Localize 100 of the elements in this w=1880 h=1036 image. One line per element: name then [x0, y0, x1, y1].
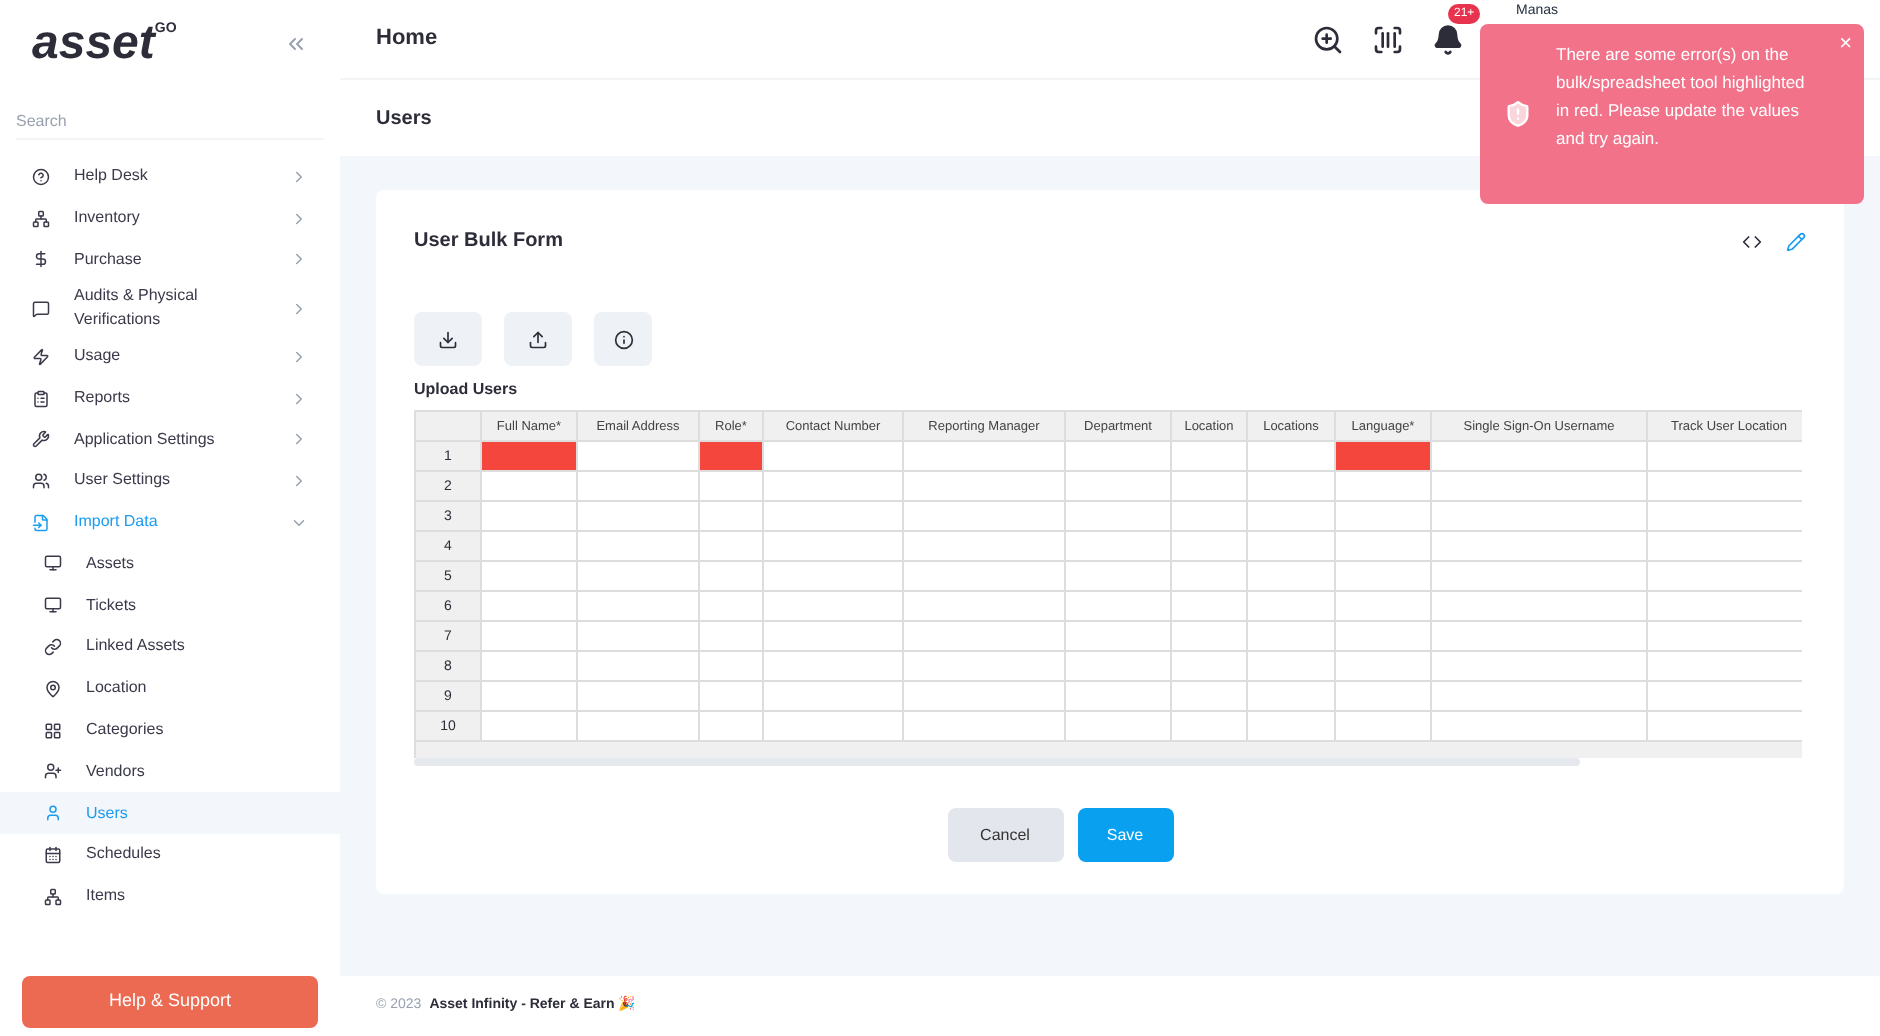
info-button[interactable] — [594, 312, 652, 366]
grid-cell[interactable] — [904, 472, 1066, 502]
grid-cell[interactable] — [578, 592, 700, 622]
grid-cell[interactable] — [1066, 622, 1172, 652]
grid-cell[interactable] — [764, 532, 904, 562]
grid-cell[interactable] — [700, 472, 764, 502]
grid-cell[interactable] — [1248, 712, 1336, 742]
grid-cell[interactable] — [1432, 532, 1648, 562]
grid-cell[interactable] — [1648, 442, 1802, 472]
sidebar-subitem[interactable]: Schedules — [0, 834, 340, 876]
error-cell[interactable] — [482, 442, 578, 472]
grid-cell[interactable] — [1172, 502, 1248, 532]
grid-cell[interactable] — [904, 592, 1066, 622]
grid-cell[interactable] — [1336, 562, 1432, 592]
grid-cell[interactable] — [482, 592, 578, 622]
grid-cell[interactable] — [1336, 592, 1432, 622]
grid-cell[interactable] — [1336, 652, 1432, 682]
search-field[interactable]: Search — [16, 104, 324, 140]
sidebar-subitem[interactable]: Items — [0, 875, 340, 918]
grid-cell[interactable] — [1648, 712, 1802, 742]
grid-cell[interactable] — [700, 532, 764, 562]
grid-cell[interactable] — [1248, 652, 1336, 682]
sidebar-subitem[interactable]: Linked Assets — [0, 626, 340, 668]
grid-cell[interactable] — [700, 622, 764, 652]
barcode-scanner-icon[interactable] — [1372, 23, 1404, 55]
grid-cell[interactable] — [904, 562, 1066, 592]
grid-cell[interactable] — [904, 622, 1066, 652]
grid-cell[interactable] — [482, 532, 578, 562]
grid-cell[interactable] — [904, 712, 1066, 742]
grid-cell[interactable] — [700, 562, 764, 592]
grid-cell[interactable] — [1172, 682, 1248, 712]
grid-cell[interactable] — [1432, 472, 1648, 502]
grid-cell[interactable] — [700, 592, 764, 622]
grid-cell[interactable] — [1248, 472, 1336, 502]
grid-cell[interactable] — [1172, 472, 1248, 502]
sidebar-item[interactable]: Application Settings — [0, 418, 340, 461]
grid-cell[interactable] — [1066, 502, 1172, 532]
grid-corner-cell[interactable] — [416, 412, 482, 442]
sidebar-item[interactable]: User Settings — [0, 460, 340, 502]
grid-cell[interactable] — [578, 712, 700, 742]
grid-cell[interactable] — [1172, 712, 1248, 742]
zoom-icon[interactable] — [1312, 23, 1344, 55]
grid-cell[interactable] — [1066, 652, 1172, 682]
download-button[interactable] — [414, 312, 482, 366]
grid-cell[interactable] — [578, 472, 700, 502]
grid-cell[interactable] — [1648, 652, 1802, 682]
code-icon[interactable] — [1742, 231, 1762, 251]
grid-cell[interactable] — [1172, 652, 1248, 682]
grid-cell[interactable] — [1432, 592, 1648, 622]
grid-cell[interactable] — [1648, 502, 1802, 532]
grid-cell[interactable] — [482, 562, 578, 592]
grid-cell[interactable] — [1648, 592, 1802, 622]
grid-cell[interactable] — [1172, 592, 1248, 622]
sidebar-item[interactable]: Reports — [0, 377, 340, 419]
grid-cell[interactable] — [1648, 472, 1802, 502]
grid-cell[interactable] — [1432, 442, 1648, 472]
grid-cell[interactable] — [1336, 712, 1432, 742]
sidebar-item[interactable]: Help Desk — [0, 156, 340, 198]
grid-cell[interactable] — [1066, 562, 1172, 592]
grid-cell[interactable] — [764, 712, 904, 742]
grid-cell[interactable] — [482, 682, 578, 712]
grid-cell[interactable] — [1248, 502, 1336, 532]
grid-cell[interactable] — [578, 652, 700, 682]
grid-cell[interactable] — [764, 622, 904, 652]
notification-bell-icon[interactable] — [1432, 23, 1464, 55]
grid-cell[interactable] — [482, 472, 578, 502]
grid-cell[interactable] — [1336, 532, 1432, 562]
grid-cell[interactable] — [482, 712, 578, 742]
grid-cell[interactable] — [1248, 622, 1336, 652]
grid-cell[interactable] — [700, 502, 764, 532]
grid-cell[interactable] — [1432, 712, 1648, 742]
grid-cell[interactable] — [1172, 562, 1248, 592]
grid-cell[interactable] — [764, 682, 904, 712]
sidebar-subitem[interactable]: Tickets — [0, 584, 340, 627]
grid-cell[interactable] — [904, 532, 1066, 562]
grid-cell[interactable] — [1648, 532, 1802, 562]
grid-cell[interactable] — [764, 502, 904, 532]
collapse-icon[interactable] — [284, 32, 308, 56]
grid-cell[interactable] — [1066, 532, 1172, 562]
grid-cell[interactable] — [700, 712, 764, 742]
grid-cell[interactable] — [1432, 502, 1648, 532]
grid-cell[interactable] — [1648, 682, 1802, 712]
error-cell[interactable] — [1336, 442, 1432, 472]
grid-cell[interactable] — [1066, 442, 1172, 472]
grid-cell[interactable] — [1432, 562, 1648, 592]
grid-cell[interactable] — [1066, 592, 1172, 622]
cancel-button[interactable]: Cancel — [947, 808, 1063, 862]
grid-cell[interactable] — [1648, 622, 1802, 652]
sidebar-subitem[interactable]: Categories — [0, 709, 340, 751]
grid-cell[interactable] — [1432, 652, 1648, 682]
grid-cell[interactable] — [1248, 682, 1336, 712]
grid-cell[interactable] — [764, 562, 904, 592]
grid-cell[interactable] — [1336, 472, 1432, 502]
grid-cell[interactable] — [904, 502, 1066, 532]
grid-cell[interactable] — [578, 532, 700, 562]
sidebar-subitem[interactable]: Vendors — [0, 750, 340, 793]
grid-cell[interactable] — [1066, 712, 1172, 742]
grid-cell[interactable] — [1248, 532, 1336, 562]
sidebar-subitem[interactable]: Assets — [0, 543, 340, 585]
grid-cell[interactable] — [1066, 682, 1172, 712]
